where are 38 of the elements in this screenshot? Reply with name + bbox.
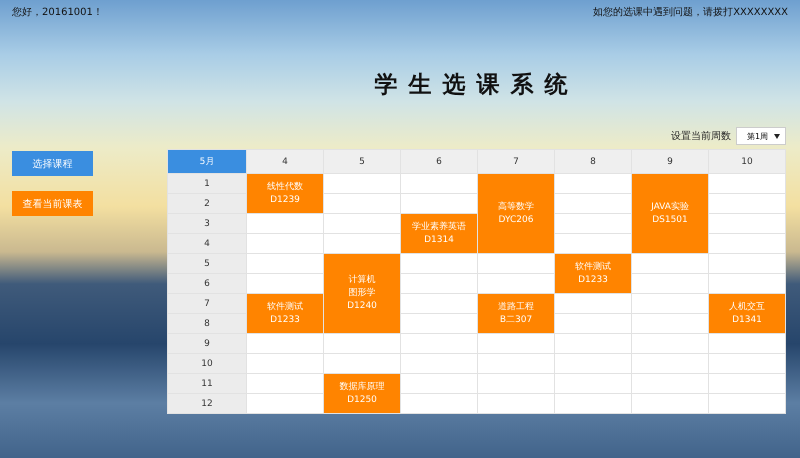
- course-cell[interactable]: 计算机 图形学 D1240: [324, 254, 400, 333]
- course-cell[interactable]: 人机交互 D1341: [709, 294, 785, 333]
- course-cell[interactable]: 学业素养英语 D1314: [401, 214, 477, 253]
- period-cell: 10: [168, 354, 246, 373]
- period-cell: 7: [168, 294, 246, 313]
- course-cell[interactable]: 软件测试 D1233: [247, 294, 323, 333]
- column-header: 9: [632, 150, 708, 173]
- column-header: 6: [401, 150, 477, 173]
- period-cell: 12: [168, 394, 246, 413]
- page-title: 学生选课系统: [374, 71, 578, 100]
- period-cell: 6: [168, 274, 246, 293]
- course-cell[interactable]: 高等数学 DYC206: [478, 174, 554, 253]
- nav-button[interactable]: 查看当前课表: [12, 191, 93, 216]
- week-label: 设置当前周数: [671, 130, 731, 143]
- period-cell: 2: [168, 194, 246, 213]
- nav-button[interactable]: 选择课程: [12, 151, 93, 176]
- column-header: 5: [324, 150, 400, 173]
- course-cell[interactable]: JAVA实验 DS1501: [632, 174, 708, 253]
- week-select[interactable]: 第1周: [736, 127, 786, 145]
- column-header: 4: [247, 150, 323, 173]
- column-header: 10: [709, 150, 785, 173]
- column-header: 7: [478, 150, 554, 173]
- period-cell: 4: [168, 234, 246, 253]
- help-text: 如您的选课中遇到问题，请拨打XXXXXXXX: [593, 6, 788, 20]
- course-cell[interactable]: 线性代数 D1239: [247, 174, 323, 213]
- course-cell[interactable]: 道路工程 B二307: [478, 294, 554, 333]
- course-cell[interactable]: 数据库原理 D1250: [324, 374, 400, 413]
- period-cell: 5: [168, 254, 246, 273]
- greeting-text: 您好，20161001！: [12, 6, 103, 20]
- column-header: 8: [555, 150, 631, 173]
- period-cell: 3: [168, 214, 246, 233]
- course-cell[interactable]: 软件测试 D1233: [555, 254, 631, 293]
- period-cell: 9: [168, 334, 246, 353]
- column-header: 5月: [168, 150, 246, 173]
- period-cell: 8: [168, 314, 246, 333]
- period-cell: 11: [168, 374, 246, 393]
- caret-icon: [774, 134, 780, 138]
- period-cell: 1: [168, 174, 246, 193]
